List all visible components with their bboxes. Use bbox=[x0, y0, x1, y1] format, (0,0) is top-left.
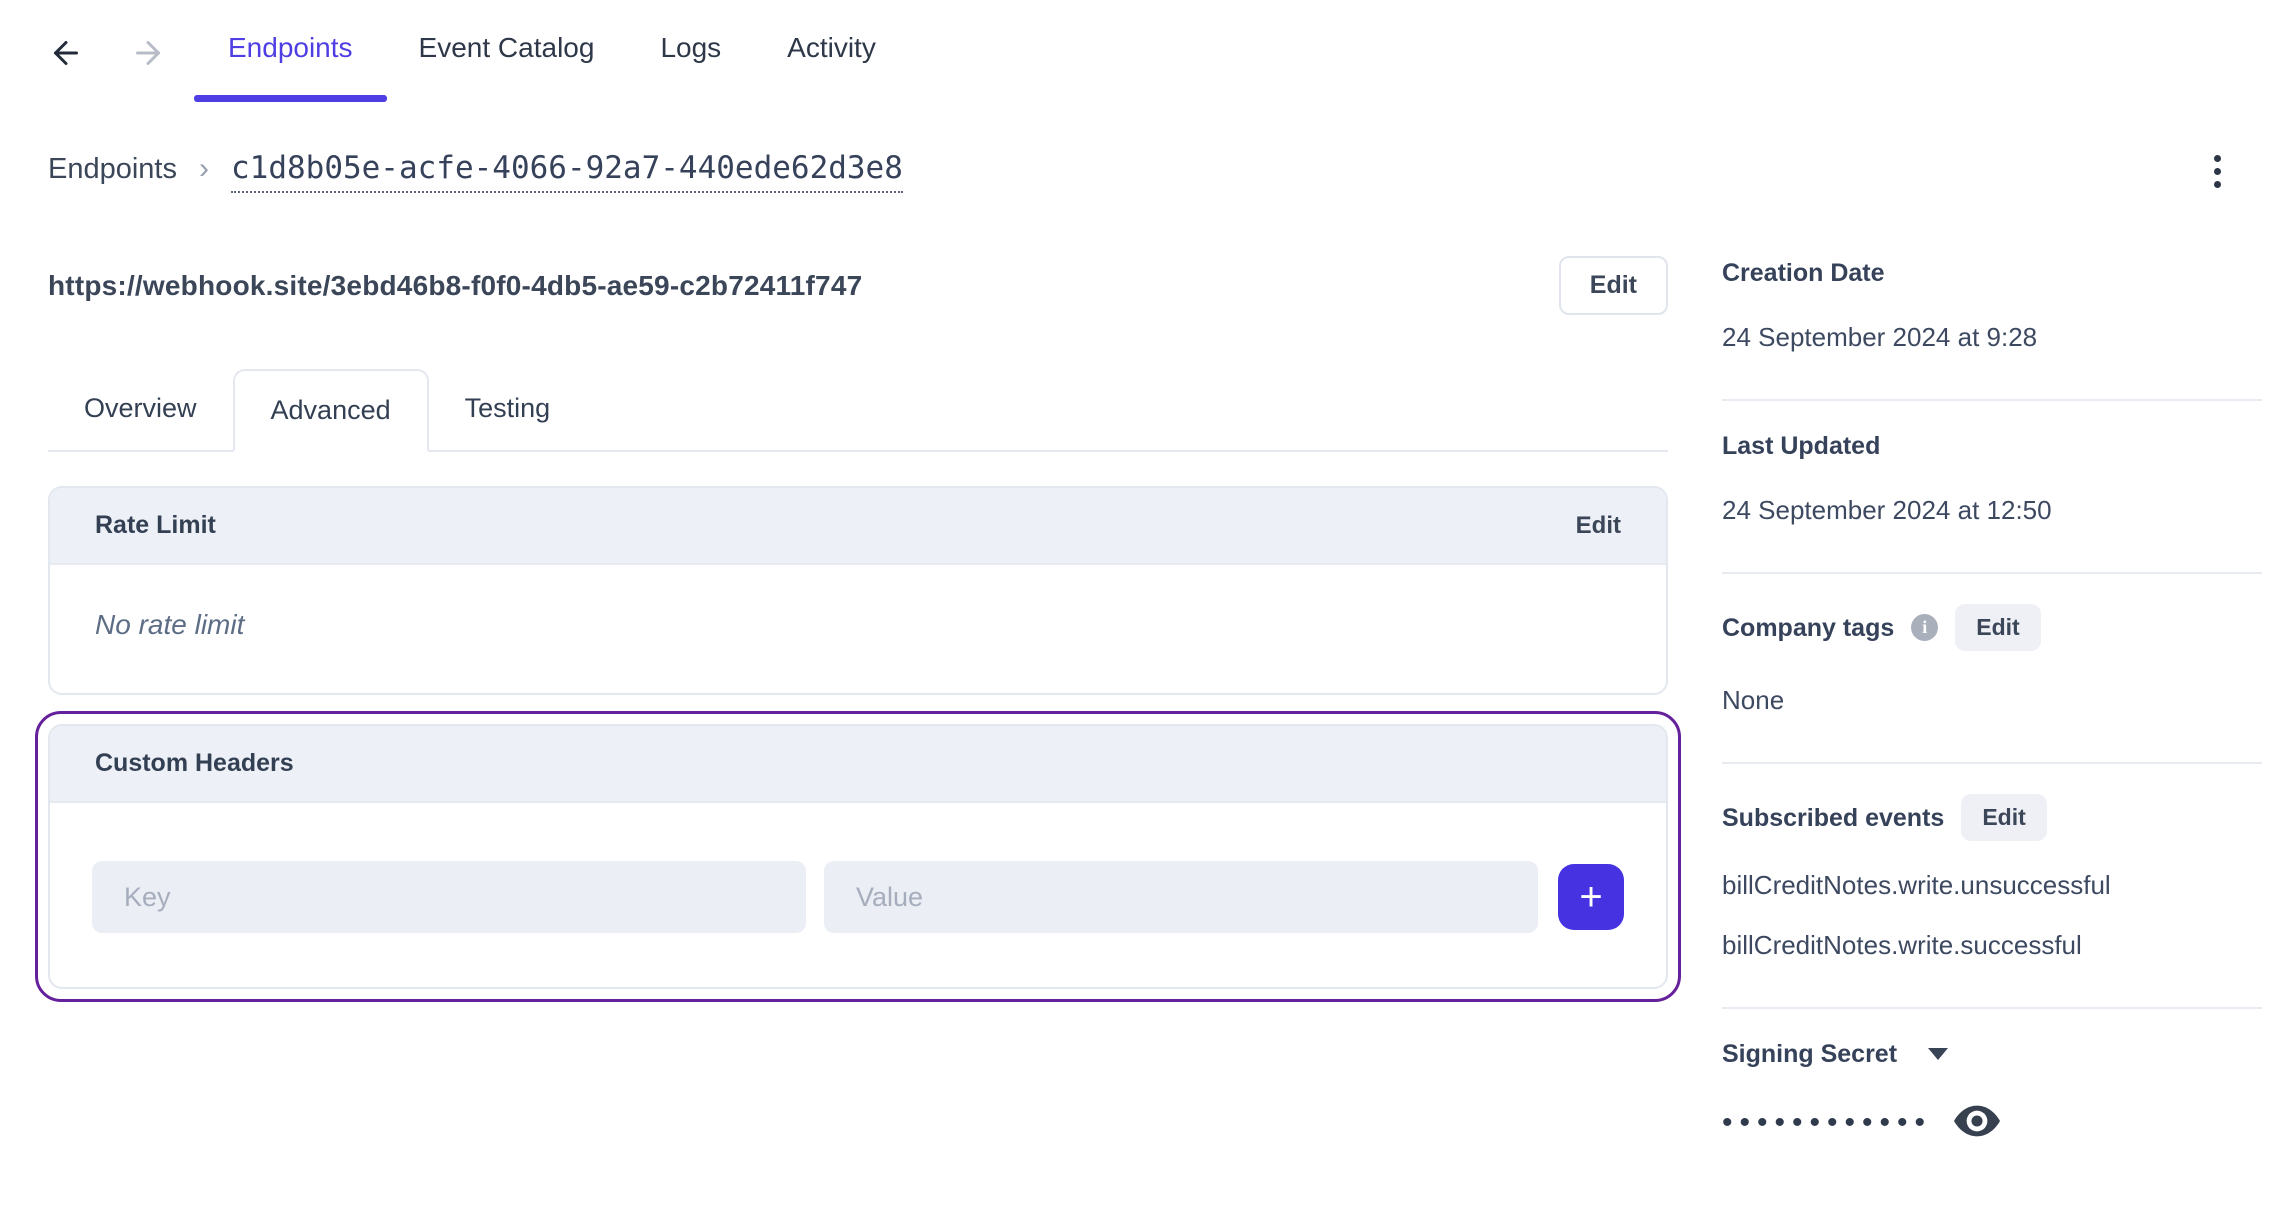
eye-icon bbox=[1954, 1105, 2001, 1140]
custom-headers-card: Custom Headers + bbox=[48, 724, 1668, 989]
chevron-right-icon: › bbox=[199, 151, 209, 185]
nav-arrows bbox=[48, 36, 166, 72]
info-icon: i bbox=[1911, 614, 1939, 641]
top-tab-activity[interactable]: Activity bbox=[787, 30, 876, 102]
header-key-input[interactable] bbox=[92, 861, 806, 933]
signing-secret-section: Signing Secret •••••••••••• bbox=[1722, 1009, 2262, 1186]
breadcrumb: Endpoints › c1d8b05e-acfe-4066-92a7-440e… bbox=[48, 150, 903, 193]
kebab-menu-button[interactable] bbox=[2196, 149, 2238, 194]
creation-date-value: 24 September 2024 at 9:28 bbox=[1722, 322, 2038, 352]
back-button[interactable] bbox=[48, 36, 84, 72]
rate-limit-body: No rate limit bbox=[50, 565, 1666, 693]
creation-date-section: Creation Date 24 September 2024 at 9:28 bbox=[1722, 258, 2262, 399]
tab-testing[interactable]: Testing bbox=[429, 369, 587, 450]
company-tags-label: Company tags bbox=[1722, 613, 1895, 642]
rate-limit-title: Rate Limit bbox=[95, 511, 216, 539]
details-sidebar: Creation Date 24 September 2024 at 9:28 … bbox=[1722, 256, 2262, 1186]
creation-date-label: Creation Date bbox=[1722, 259, 1885, 287]
custom-headers-card-header: Custom Headers bbox=[50, 726, 1666, 803]
add-header-button[interactable]: + bbox=[1558, 864, 1624, 930]
main-column: https://webhook.site/3ebd46b8-f0f0-4db5-… bbox=[35, 256, 1681, 1002]
custom-headers-highlight-ring: Custom Headers + bbox=[35, 711, 1681, 1002]
custom-headers-body: + bbox=[50, 803, 1666, 987]
company-tags-value: None bbox=[1722, 685, 1785, 715]
three-dots-vertical-icon bbox=[2213, 154, 2221, 188]
subscribed-events-edit-button[interactable]: Edit bbox=[1961, 794, 2047, 841]
subscribed-events-label: Subscribed events bbox=[1722, 803, 1945, 832]
tab-advanced[interactable]: Advanced bbox=[232, 369, 429, 452]
arrow-right-icon bbox=[130, 35, 166, 74]
arrow-left-icon bbox=[48, 35, 84, 74]
detail-tab-bar: Overview Advanced Testing bbox=[48, 369, 1668, 452]
last-updated-section: Last Updated 24 September 2024 at 12:50 bbox=[1722, 401, 2262, 572]
signing-secret-row: •••••••••••• bbox=[1722, 1105, 2262, 1140]
subscribed-event-item: billCreditNotes.write.successful bbox=[1722, 930, 2082, 960]
last-updated-label: Last Updated bbox=[1722, 432, 1881, 460]
signing-secret-masked-value: •••••••••••• bbox=[1722, 1105, 1933, 1139]
top-tab-logs[interactable]: Logs bbox=[660, 30, 721, 102]
custom-headers-title: Custom Headers bbox=[95, 749, 294, 777]
subscribed-events-header: Subscribed events Edit bbox=[1722, 794, 2262, 841]
top-nav: Endpoints Event Catalog Logs Activity bbox=[0, 0, 2274, 108]
breadcrumb-endpoints-link[interactable]: Endpoints bbox=[48, 153, 177, 186]
last-updated-value: 24 September 2024 at 12:50 bbox=[1722, 495, 2052, 525]
breadcrumb-row: Endpoints › c1d8b05e-acfe-4066-92a7-440e… bbox=[0, 142, 2274, 200]
endpoint-url-row: https://webhook.site/3ebd46b8-f0f0-4db5-… bbox=[48, 256, 1668, 315]
company-tags-header: Company tags i Edit bbox=[1722, 604, 2262, 651]
company-tags-edit-button[interactable]: Edit bbox=[1955, 604, 2041, 651]
rate-limit-card: Rate Limit Edit No rate limit bbox=[48, 486, 1668, 695]
content: https://webhook.site/3ebd46b8-f0f0-4db5-… bbox=[0, 256, 2274, 1186]
top-tab-endpoints[interactable]: Endpoints bbox=[194, 30, 386, 102]
rate-limit-edit-button[interactable]: Edit bbox=[1576, 512, 1621, 540]
tab-overview[interactable]: Overview bbox=[48, 369, 233, 450]
company-tags-section: Company tags i Edit None bbox=[1722, 574, 2262, 762]
forward-button[interactable] bbox=[130, 36, 166, 72]
edit-url-button[interactable]: Edit bbox=[1558, 256, 1668, 315]
subscribed-events-section: Subscribed events Edit billCreditNotes.w… bbox=[1722, 764, 2262, 1007]
rate-limit-empty-text: No rate limit bbox=[95, 609, 245, 640]
breadcrumb-endpoint-id[interactable]: c1d8b05e-acfe-4066-92a7-440ede62d3e8 bbox=[231, 150, 903, 193]
signing-secret-header[interactable]: Signing Secret bbox=[1722, 1039, 2262, 1069]
endpoint-url: https://webhook.site/3ebd46b8-f0f0-4db5-… bbox=[48, 269, 863, 301]
chevron-down-icon bbox=[1928, 1048, 1949, 1060]
top-tab-bar: Endpoints Event Catalog Logs Activity bbox=[194, 30, 876, 102]
signing-secret-label: Signing Secret bbox=[1722, 1040, 1898, 1068]
rate-limit-card-header: Rate Limit Edit bbox=[50, 488, 1666, 565]
header-value-input[interactable] bbox=[824, 861, 1538, 933]
subscribed-event-item: billCreditNotes.write.unsuccessful bbox=[1722, 870, 2111, 900]
reveal-secret-button[interactable] bbox=[1954, 1105, 2001, 1140]
top-tab-event-catalog[interactable]: Event Catalog bbox=[419, 30, 595, 102]
